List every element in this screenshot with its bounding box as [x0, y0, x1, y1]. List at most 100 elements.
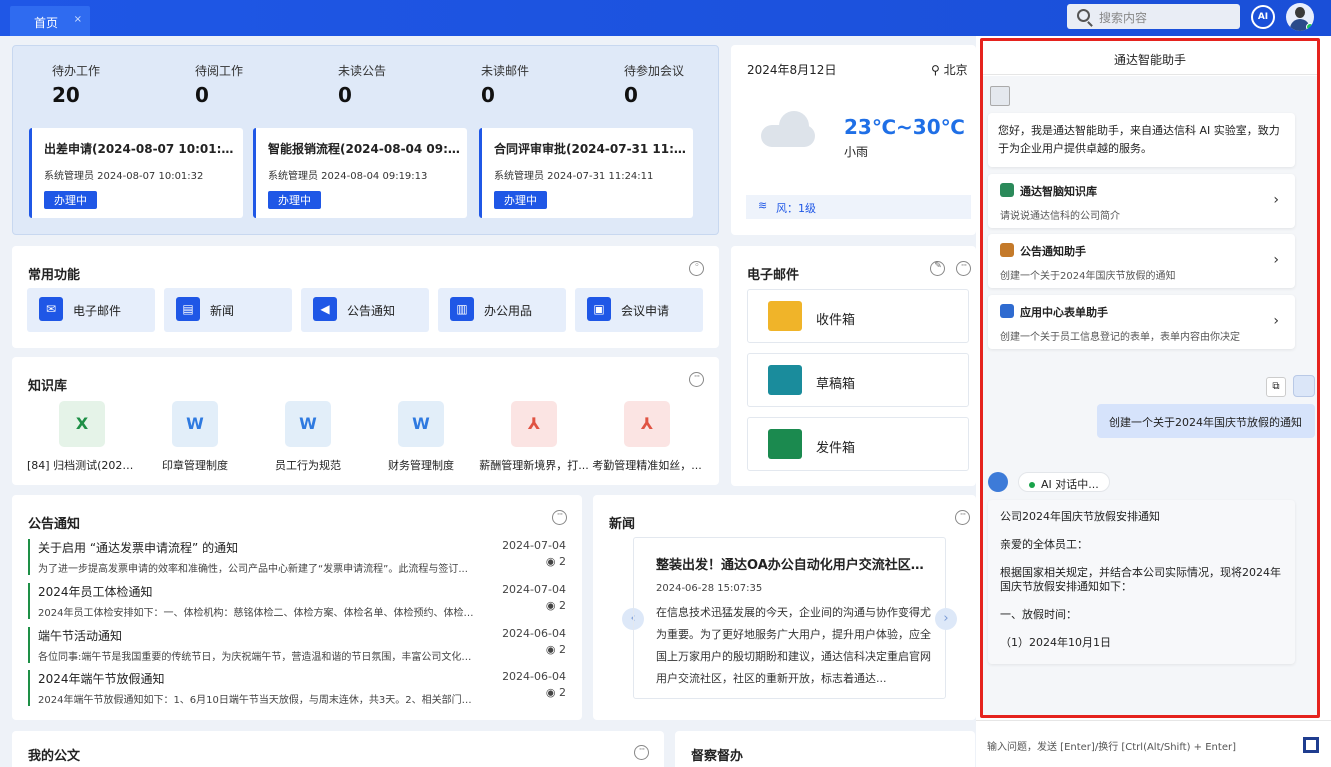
tab-home-label: 首页	[34, 16, 59, 30]
meeting-icon: ▣	[587, 297, 611, 321]
list-item[interactable]: 关于启用 “通达发票申请流程” 的通知 为了进一步提高发票申请的效率和准确性，公…	[28, 539, 566, 575]
mail-icon: ✉	[39, 297, 63, 321]
notice-date: 2024-06-04	[502, 670, 566, 683]
task-card[interactable]: 智能报销流程(2024-08-04 09:19:13) 系统管理员 2024-0…	[253, 128, 467, 218]
supervision-card: 督察督办	[675, 731, 975, 767]
notice-date: 2024-07-04	[502, 583, 566, 596]
view-count: ◉ 2	[545, 686, 566, 699]
location-icon: ⚲	[931, 63, 944, 77]
func-label: 新闻	[210, 304, 235, 318]
stat-value: 0	[338, 83, 352, 107]
common-functions-card: 常用功能 ◦ ✉ 电子邮件 ▤ 新闻 ◀ 公告通知 ▥ 办公用品 ▣ 会议申请	[12, 246, 719, 348]
more-icon[interactable]: ···	[956, 261, 971, 276]
my-documents-card: 我的公文 ···	[12, 731, 664, 767]
top-bar: 首页 × 搜索内容 AI	[0, 0, 1331, 36]
list-item[interactable]: 2024年端午节放假通知 2024年端午节放假通知如下：1、6月10日端午节当天…	[28, 670, 566, 706]
task-meta: 系统管理员 2024-08-07 10:01:32	[44, 171, 204, 182]
sent-button[interactable]: 发件箱	[747, 417, 969, 471]
news-item[interactable]: 整装出发！通达OA办公自动化用户交流社区重新开放 2024-06-28 15:0…	[633, 537, 946, 699]
next-arrow-icon[interactable]: ›	[935, 608, 957, 630]
tab-home[interactable]: 首页 ×	[10, 6, 90, 36]
eye-icon: ◉	[545, 686, 559, 699]
search-icon	[1077, 9, 1090, 22]
status-badge: 办理中	[268, 191, 321, 209]
stat-label: 待参加会议	[624, 64, 685, 78]
ai-assistant-button[interactable]: AI	[1251, 5, 1275, 29]
excel-file-icon: X	[59, 401, 105, 447]
tab-close-icon[interactable]: ×	[74, 14, 82, 25]
doc-item[interactable]: W 印章管理制度	[140, 401, 250, 473]
pdf-file-icon: ⅄	[511, 401, 557, 447]
view-count: ◉ 2	[545, 599, 566, 612]
search-input[interactable]: 搜索内容	[1067, 4, 1240, 29]
func-meeting-button[interactable]: ▣ 会议申请	[575, 288, 703, 332]
rain-cloud-icon	[761, 111, 819, 147]
stat-unread-notices[interactable]: 未读公告 0	[338, 62, 386, 107]
card-title: 新闻	[609, 517, 636, 532]
location-label: 北京	[943, 63, 968, 77]
notice-card: 公告通知 ··· 关于启用 “通达发票申请流程” 的通知 为了进一步提高发票申请…	[12, 495, 582, 720]
list-item[interactable]: 2024年员工体检通知 2024年员工体检安排如下：一、体检机构：慈铭体检二、体…	[28, 583, 566, 619]
more-icon[interactable]: ···	[955, 510, 970, 525]
doc-name: [84] 归档测试(2024-...	[27, 459, 137, 472]
send-icon[interactable]	[1303, 737, 1319, 753]
doc-item[interactable]: W 财务管理制度	[366, 401, 476, 473]
task-card[interactable]: 合同评审审批(2024-07-31 11:22:41) 系统管理员 2024-0…	[479, 128, 693, 218]
task-card[interactable]: 出差申请(2024-08-07 10:01:32) 系统管理员 2024-08-…	[29, 128, 243, 218]
func-mail-button[interactable]: ✉ 电子邮件	[27, 288, 155, 332]
compose-icon[interactable]: ✎	[930, 261, 945, 276]
weather-condition: 小雨	[844, 145, 869, 159]
settings-icon[interactable]: ◦	[689, 261, 704, 276]
func-label: 电子邮件	[73, 304, 122, 318]
status-badge: 办理中	[44, 191, 97, 209]
func-label: 会议申请	[621, 304, 670, 318]
func-notice-button[interactable]: ◀ 公告通知	[301, 288, 429, 332]
task-title: 出差申请(2024-08-07 10:01:32)	[44, 142, 236, 156]
inbox-button[interactable]: 收件箱	[747, 289, 969, 343]
email-card: 电子邮件 ✎ ··· 收件箱 草稿箱 发件箱	[731, 246, 976, 486]
task-title: 智能报销流程(2024-08-04 09:19:13)	[268, 142, 460, 156]
more-icon[interactable]: ···	[689, 372, 704, 387]
news-body: 在信息技术迅猛发展的今天，企业间的沟通与协作变得尤为重要。为了更好地服务广大用户…	[656, 606, 931, 685]
news-icon: ▤	[176, 297, 200, 321]
online-status-icon	[1306, 23, 1314, 31]
card-title: 督察督办	[691, 749, 744, 764]
weather-date: 2024年8月12日	[747, 63, 837, 77]
stat-meetings[interactable]: 待参加会议 0	[624, 62, 684, 107]
task-meta: 系统管理员 2024-08-04 09:19:13	[268, 171, 428, 182]
doc-item[interactable]: X [84] 归档测试(2024-...	[27, 401, 137, 473]
eye-icon: ◉	[545, 555, 559, 568]
more-icon[interactable]: ···	[634, 745, 649, 760]
stat-value: 20	[52, 83, 80, 107]
func-supplies-button[interactable]: ▥ 办公用品	[438, 288, 566, 332]
speaker-icon: ◀	[313, 297, 337, 321]
stat-value: 0	[624, 83, 638, 107]
stat-toread[interactable]: 待阅工作 0	[195, 62, 243, 107]
chat-input[interactable]: 输入问题，发送 [Enter]/换行 [Ctrl(Alt/Shift) + En…	[976, 720, 1331, 767]
stat-todo[interactable]: 待办工作 20	[52, 62, 100, 107]
doc-item[interactable]: ⅄ 薪酬管理新境界，打...	[479, 401, 589, 473]
search-placeholder: 搜索内容	[1099, 11, 1148, 25]
doc-item[interactable]: ⅄ 考勤管理精准如丝，...	[592, 401, 702, 473]
avatar[interactable]	[1286, 3, 1314, 31]
doc-name: 考勤管理精准如丝，...	[592, 459, 702, 472]
list-item[interactable]: 端午节活动通知 各位同事:端午节是我国重要的传统节日，为庆祝端午节，营造温和谐的…	[28, 627, 566, 663]
func-news-button[interactable]: ▤ 新闻	[164, 288, 292, 332]
knowledge-card: 知识库 ··· X [84] 归档测试(2024-... W 印章管理制度 W …	[12, 357, 719, 485]
doc-item[interactable]: W 员工行为规范	[253, 401, 363, 473]
func-label: 公告通知	[347, 304, 396, 318]
notice-date: 2024-07-04	[502, 539, 566, 552]
inbox-folder-icon	[768, 301, 802, 331]
doc-name: 员工行为规范	[275, 459, 341, 472]
stat-unread-mail[interactable]: 未读邮件 0	[481, 62, 529, 107]
box-label: 发件箱	[816, 441, 856, 456]
stat-value: 0	[481, 83, 495, 107]
wind-label: 风：1级	[776, 202, 816, 215]
more-icon[interactable]: ···	[552, 510, 567, 525]
func-label: 办公用品	[484, 304, 533, 318]
eye-icon: ◉	[545, 643, 559, 656]
supplies-icon: ▥	[450, 297, 474, 321]
drafts-button[interactable]: 草稿箱	[747, 353, 969, 407]
weather-location[interactable]: ⚲ 北京	[931, 61, 968, 78]
notice-date: 2024-06-04	[502, 627, 566, 640]
